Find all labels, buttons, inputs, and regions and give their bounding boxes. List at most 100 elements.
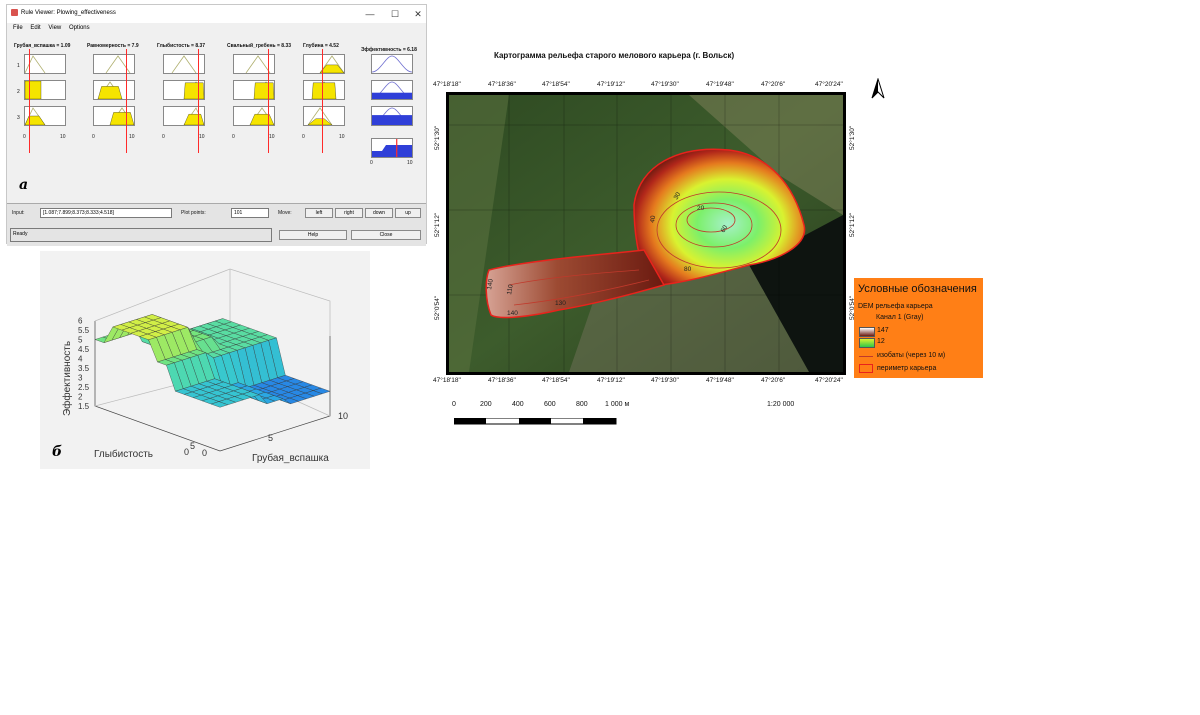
mf-plot-r1-c1 — [24, 54, 66, 74]
map-canvas: 20 30 40 140 110 130 60 140 80 — [449, 95, 843, 372]
map-legend: Условные обозначения DEM рельефа карьера… — [854, 278, 983, 378]
z-axis-label: Эффективность — [61, 341, 73, 416]
menu-edit[interactable]: Edit — [30, 25, 40, 31]
contour-label-80: 80 — [684, 266, 692, 273]
output-header: Эффективность = 6.18 — [361, 47, 417, 53]
move-down-button[interactable]: down — [365, 208, 393, 218]
scale-ratio: 1:20 000 — [767, 401, 795, 408]
figure-label-a: а — [19, 177, 29, 193]
plot-points-label: Plot points: — [181, 210, 206, 216]
legend-band: Канал 1 (Gray) — [876, 314, 924, 321]
legend-isoline-swatch — [859, 356, 873, 357]
close-window-button[interactable]: ✕ — [407, 7, 429, 21]
input-label: Input: — [12, 210, 25, 216]
y-tick-0: 0 — [202, 448, 207, 458]
top-coordinate-label: 47°20'24" — [815, 81, 843, 88]
mf-plot-r2-c5 — [303, 80, 345, 100]
bottom-coordinate-label: 47°20'24" — [815, 377, 843, 384]
z-tick-label: 4 — [78, 355, 83, 364]
menu-file[interactable]: File — [13, 25, 23, 31]
input-vector-field[interactable]: [1.087;7.899;8.373;8.333;4.518] — [40, 208, 172, 218]
matlab-app-icon — [11, 9, 18, 16]
scale-tick-label: 1 000 м — [605, 401, 630, 408]
left-coordinate-label: 52°1'30" — [434, 125, 441, 150]
legend-min: 12 — [877, 338, 885, 345]
mf-axis-min-2: 0 — [92, 134, 95, 140]
input-marker-line-2[interactable] — [126, 49, 128, 153]
legend-title: Условные обозначения — [858, 283, 977, 295]
mf-axis-max-4: 10 — [269, 134, 275, 140]
output-mf-r2 — [371, 80, 413, 100]
map-frame[interactable]: 20 30 40 140 110 130 60 140 80 — [446, 92, 846, 375]
z-tick-label: 1.5 — [78, 402, 90, 411]
surface-plot: 1.5 2 2.5 3 3.5 4 4.5 5 5.5 6 5 0 0 5 10 Глыбисто… — [40, 251, 370, 469]
z-tick-label: 2 — [78, 393, 83, 402]
output-axis-max: 10 — [407, 160, 413, 166]
legend-swatch-min — [859, 338, 875, 348]
z-tick-label: 6 — [78, 317, 83, 326]
left-coordinate-label: 52°1'12" — [434, 212, 441, 237]
z-tick-label: 5.5 — [78, 326, 90, 335]
mf-axis-max-5: 10 — [339, 134, 345, 140]
rule-number-2[interactable]: 2 — [17, 89, 20, 95]
control-panel: Input: [1.087;7.899;8.373;8.333;4.518] P… — [7, 203, 426, 246]
move-right-button[interactable]: right — [335, 208, 363, 218]
map-title: Картограмма рельефа старого мелового кар… — [494, 51, 735, 60]
scale-tick-label: 400 — [512, 401, 524, 408]
bottom-coordinate-label: 47°18'18" — [433, 377, 461, 384]
legend-isolines: изобаты (через 10 м) — [877, 352, 946, 359]
rule-number-3[interactable]: 3 — [17, 115, 20, 121]
move-left-button[interactable]: left — [305, 208, 333, 218]
left-coordinate-label: 52°0'54" — [434, 295, 441, 320]
mf-plot-r1-c5 — [303, 54, 345, 74]
input-marker-line-1[interactable] — [28, 49, 30, 153]
input-header-1: Грубая_вспашка = 1.09 — [14, 43, 71, 49]
menu-options[interactable]: Options — [69, 25, 90, 31]
mf-plot-r3-c2 — [93, 106, 135, 126]
top-coordinate-label: 47°18'54" — [542, 81, 570, 88]
z-tick-label: 4.5 — [78, 345, 90, 354]
input-marker-line-5[interactable] — [321, 49, 323, 153]
output-mf-r1 — [371, 54, 413, 74]
mf-axis-max-3: 10 — [199, 134, 205, 140]
status-bar: Ready — [10, 228, 272, 242]
contour-label-20: 20 — [697, 205, 705, 212]
mf-axis-min-4: 0 — [232, 134, 235, 140]
mf-axis-min-1: 0 — [23, 134, 26, 140]
top-coordinate-label: 47°18'36" — [488, 81, 516, 88]
aggregated-output-plot — [371, 138, 413, 158]
maximize-button[interactable]: ☐ — [384, 7, 406, 21]
scale-bar — [453, 413, 619, 431]
mf-axis-max-1: 10 — [60, 134, 66, 140]
plot-points-field[interactable]: 101 — [231, 208, 269, 218]
bottom-coordinate-label: 47°19'48" — [706, 377, 734, 384]
legend-perimeter: периметр карьера — [877, 365, 937, 372]
z-tick-label: 2.5 — [78, 383, 90, 392]
top-coordinate-label: 47°18'18" — [433, 81, 461, 88]
scale-tick-label: 600 — [544, 401, 556, 408]
rule-number-1[interactable]: 1 — [17, 63, 20, 69]
contour-label-130: 130 — [555, 300, 566, 307]
output-axis-min: 0 — [370, 160, 373, 166]
mf-plot-r1-c2 — [93, 54, 135, 74]
x-axis-label: Глыбистость — [94, 448, 153, 460]
legend-perimeter-swatch — [859, 364, 873, 373]
mf-axis-max-2: 10 — [129, 134, 135, 140]
move-up-button[interactable]: up — [395, 208, 421, 218]
z-tick-label: 5 — [78, 336, 83, 345]
right-coordinate-label: 52°1'12" — [849, 212, 856, 237]
move-label: Move: — [278, 210, 292, 216]
top-coordinate-label: 47°19'12" — [597, 81, 625, 88]
minimize-button[interactable]: — — [359, 7, 381, 21]
close-button[interactable]: Close — [351, 230, 421, 240]
top-coordinate-label: 47°19'48" — [706, 81, 734, 88]
x-tick-0-left: 0 — [184, 447, 189, 457]
mf-plot-r2-c2 — [93, 80, 135, 100]
bottom-coordinate-label: 47°20'6" — [761, 377, 786, 384]
scale-tick-label: 800 — [576, 401, 588, 408]
y-tick-10: 10 — [338, 411, 348, 421]
help-button[interactable]: Help — [279, 230, 347, 240]
menu-view[interactable]: View — [48, 25, 61, 31]
input-header-2: Равномерность = 7.9 — [87, 43, 139, 49]
legend-max: 147 — [877, 327, 889, 334]
